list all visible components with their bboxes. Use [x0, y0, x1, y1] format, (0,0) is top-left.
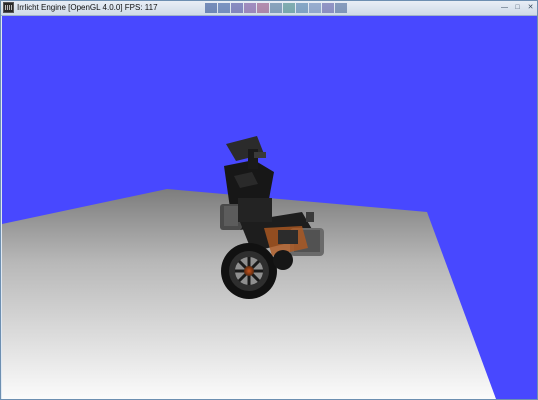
app-window: Irrlicht Engine [OpenGL 4.0.0] FPS: 117 …: [0, 0, 538, 400]
title-swatch: [335, 3, 347, 13]
close-icon[interactable]: ✕: [527, 4, 534, 11]
title-swatch: [296, 3, 308, 13]
title-swatch: [244, 3, 256, 13]
irrlicht-logo-icon[interactable]: [3, 2, 14, 13]
right-wheel: [273, 250, 293, 270]
maximize-icon[interactable]: □: [514, 4, 521, 11]
scene-canvas: [2, 16, 537, 399]
title-swatch: [231, 3, 243, 13]
minimize-icon[interactable]: —: [501, 4, 508, 11]
title-swatch: [205, 3, 217, 13]
title-swatch: [322, 3, 334, 13]
title-swatch: [218, 3, 230, 13]
window-title: Irrlicht Engine [OpenGL 4.0.0] FPS: 117: [17, 3, 158, 12]
title-swatch: [257, 3, 269, 13]
render-viewport[interactable]: [2, 16, 537, 399]
title-swatch: [283, 3, 295, 13]
title-bar[interactable]: Irrlicht Engine [OpenGL 4.0.0] FPS: 117 …: [1, 1, 537, 16]
title-swatch: [270, 3, 282, 13]
title-swatch: [309, 3, 321, 13]
title-bar-color-strip: [205, 3, 348, 13]
